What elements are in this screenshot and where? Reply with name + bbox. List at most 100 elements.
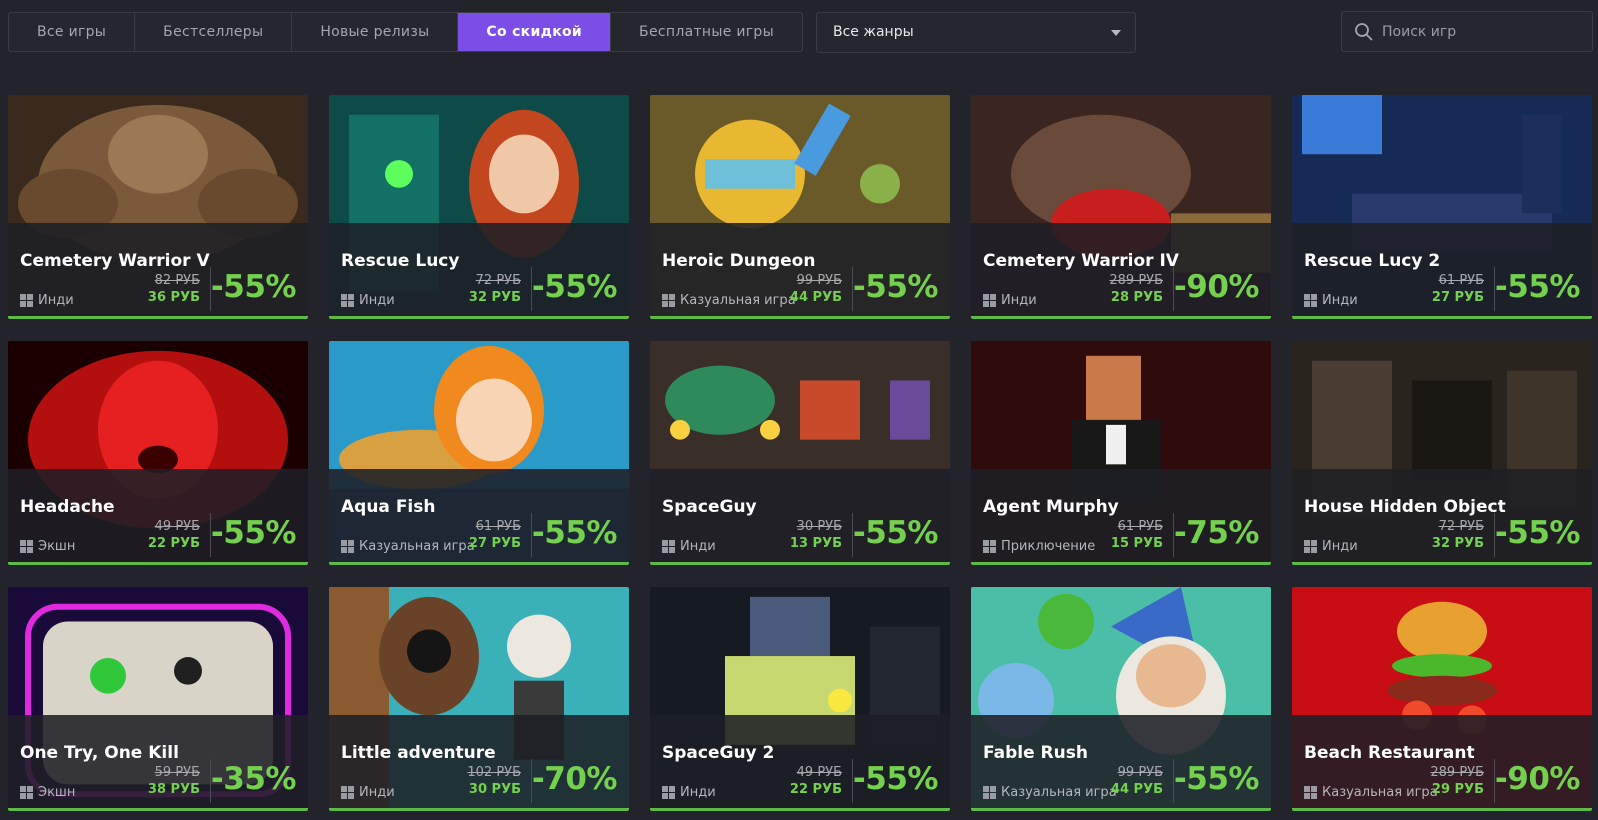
- price-block: 59 РУБ 38 РУБ: [148, 765, 200, 797]
- card-info-panel: One Try, One Kill Экшн 59 РУБ 38 РУБ -35…: [8, 715, 308, 808]
- tab-bestsellers[interactable]: Бестселлеры: [135, 13, 293, 51]
- price-block: 289 РУБ 29 РУБ: [1430, 765, 1484, 797]
- new-price: 13 РУБ: [789, 536, 842, 551]
- game-title: Rescue Lucy 2: [1304, 251, 1441, 271]
- old-price: 99 РУБ: [796, 273, 842, 288]
- genre-label: Казуальная игра: [1001, 785, 1117, 800]
- card-info-panel: Cemetery Warrior V Инди 82 РУБ 36 РУБ -5…: [8, 223, 308, 316]
- price-block: 72 РУБ 32 РУБ: [469, 273, 521, 305]
- tab-discounted[interactable]: Со скидкой: [458, 13, 612, 51]
- genre-dropdown-value: Все жанры: [833, 24, 914, 40]
- game-genre: Казуальная игра: [1304, 785, 1438, 800]
- discount-badge: -55%: [1173, 761, 1260, 797]
- card-info-panel: Rescue Lucy Инди 72 РУБ 32 РУБ -55%: [329, 223, 629, 316]
- game-title: Beach Restaurant: [1304, 743, 1475, 763]
- genre-label: Инди: [1322, 293, 1358, 308]
- game-title: SpaceGuy: [662, 497, 757, 517]
- genre-dropdown[interactable]: Все жанры: [816, 12, 1136, 53]
- genre-label: Казуальная игра: [1322, 785, 1438, 800]
- genre-label: Инди: [680, 785, 716, 800]
- game-title: SpaceGuy 2: [662, 743, 775, 763]
- genre-label: Казуальная игра: [680, 293, 796, 308]
- new-price: 30 РУБ: [468, 782, 521, 797]
- genre-label: Инди: [359, 785, 395, 800]
- game-card[interactable]: Fable Rush Казуальная игра 99 РУБ 44 РУБ…: [971, 587, 1271, 811]
- game-genre: Казуальная игра: [341, 539, 475, 554]
- windows-icon: [20, 294, 33, 307]
- card-info-panel: SpaceGuy 2 Инди 49 РУБ 22 РУБ -55%: [650, 715, 950, 808]
- game-title: Agent Murphy: [983, 497, 1119, 517]
- price-block: 61 РУБ 27 РУБ: [1432, 273, 1484, 305]
- search-box: [1341, 11, 1593, 52]
- discount-badge: -70%: [531, 761, 618, 797]
- tab-all-games[interactable]: Все игры: [9, 13, 136, 51]
- game-title: One Try, One Kill: [20, 743, 179, 763]
- search-input[interactable]: [1382, 12, 1587, 51]
- new-price: 38 РУБ: [147, 782, 200, 797]
- old-price: 99 РУБ: [1117, 765, 1163, 780]
- price-block: 289 РУБ 28 РУБ: [1109, 273, 1163, 305]
- game-genre: Инди: [341, 785, 395, 800]
- game-card[interactable]: Agent Murphy Приключение 61 РУБ 15 РУБ -…: [971, 341, 1271, 565]
- discount-badge: -55%: [1494, 269, 1581, 305]
- card-info-panel: Aqua Fish Казуальная игра 61 РУБ 27 РУБ …: [329, 469, 629, 562]
- card-info-panel: Beach Restaurant Казуальная игра 289 РУБ…: [1292, 715, 1592, 808]
- old-price: 49 РУБ: [796, 765, 842, 780]
- game-genre: Приключение: [983, 539, 1095, 554]
- price-block: 99 РУБ 44 РУБ: [1111, 765, 1163, 797]
- new-price: 32 РУБ: [468, 290, 521, 305]
- discount-badge: -55%: [210, 515, 297, 551]
- game-genre: Экшн: [20, 785, 75, 800]
- game-card[interactable]: Rescue Lucy 2 Инди 61 РУБ 27 РУБ -55%: [1292, 95, 1592, 319]
- discount-badge: -35%: [210, 761, 297, 797]
- new-price: 22 РУБ: [789, 782, 842, 797]
- genre-label: Инди: [680, 539, 716, 554]
- price-block: 30 РУБ 13 РУБ: [790, 519, 842, 551]
- card-info-panel: Headache Экшн 49 РУБ 22 РУБ -55%: [8, 469, 308, 562]
- game-card[interactable]: Cemetery Warrior V Инди 82 РУБ 36 РУБ -5…: [8, 95, 308, 319]
- card-info-panel: Agent Murphy Приключение 61 РУБ 15 РУБ -…: [971, 469, 1271, 562]
- old-price: 49 РУБ: [154, 519, 200, 534]
- old-price: 102 РУБ: [467, 765, 521, 780]
- game-card[interactable]: House Hidden Object Инди 72 РУБ 32 РУБ -…: [1292, 341, 1592, 565]
- genre-label: Экшн: [38, 539, 76, 554]
- price-block: 99 РУБ 44 РУБ: [790, 273, 842, 305]
- game-card[interactable]: Little adventure Инди 102 РУБ 30 РУБ -70…: [329, 587, 629, 811]
- discount-badge: -75%: [1173, 515, 1260, 551]
- game-genre: Инди: [1304, 539, 1358, 554]
- old-price: 61 РУБ: [475, 519, 521, 534]
- discount-badge: -55%: [531, 269, 618, 305]
- game-card[interactable]: SpaceGuy Инди 30 РУБ 13 РУБ -55%: [650, 341, 950, 565]
- price-block: 72 РУБ 32 РУБ: [1432, 519, 1484, 551]
- game-card[interactable]: Beach Restaurant Казуальная игра 289 РУБ…: [1292, 587, 1592, 811]
- game-genre: Инди: [662, 785, 716, 800]
- card-info-panel: Rescue Lucy 2 Инди 61 РУБ 27 РУБ -55%: [1292, 223, 1592, 316]
- game-card[interactable]: SpaceGuy 2 Инди 49 РУБ 22 РУБ -55%: [650, 587, 950, 811]
- tab-free-games[interactable]: Бесплатные игры: [611, 13, 802, 51]
- price-block: 102 РУБ 30 РУБ: [467, 765, 521, 797]
- game-card[interactable]: Aqua Fish Казуальная игра 61 РУБ 27 РУБ …: [329, 341, 629, 565]
- game-card[interactable]: Cemetery Warrior IV Инди 289 РУБ 28 РУБ …: [971, 95, 1271, 319]
- windows-icon: [983, 786, 996, 799]
- game-genre: Инди: [983, 293, 1037, 308]
- game-card[interactable]: Headache Экшн 49 РУБ 22 РУБ -55%: [8, 341, 308, 565]
- tab-new-releases[interactable]: Новые релизы: [292, 13, 459, 51]
- card-info-panel: House Hidden Object Инди 72 РУБ 32 РУБ -…: [1292, 469, 1592, 562]
- discount-badge: -55%: [210, 269, 297, 305]
- game-title: Cemetery Warrior V: [20, 251, 210, 271]
- game-card[interactable]: Rescue Lucy Инди 72 РУБ 32 РУБ -55%: [329, 95, 629, 319]
- discount-badge: -55%: [531, 515, 618, 551]
- new-price: 28 РУБ: [1110, 290, 1163, 305]
- game-genre: Инди: [662, 539, 716, 554]
- game-genre: Казуальная игра: [983, 785, 1117, 800]
- discount-badge: -55%: [852, 269, 939, 305]
- new-price: 36 РУБ: [147, 290, 200, 305]
- game-card[interactable]: One Try, One Kill Экшн 59 РУБ 38 РУБ -35…: [8, 587, 308, 811]
- windows-icon: [662, 786, 675, 799]
- game-grid: Cemetery Warrior V Инди 82 РУБ 36 РУБ -5…: [8, 95, 1592, 811]
- game-title: Aqua Fish: [341, 497, 436, 517]
- new-price: 32 РУБ: [1431, 536, 1484, 551]
- game-card[interactable]: Heroic Dungeon Казуальная игра 99 РУБ 44…: [650, 95, 950, 319]
- windows-icon: [20, 786, 33, 799]
- old-price: 59 РУБ: [154, 765, 200, 780]
